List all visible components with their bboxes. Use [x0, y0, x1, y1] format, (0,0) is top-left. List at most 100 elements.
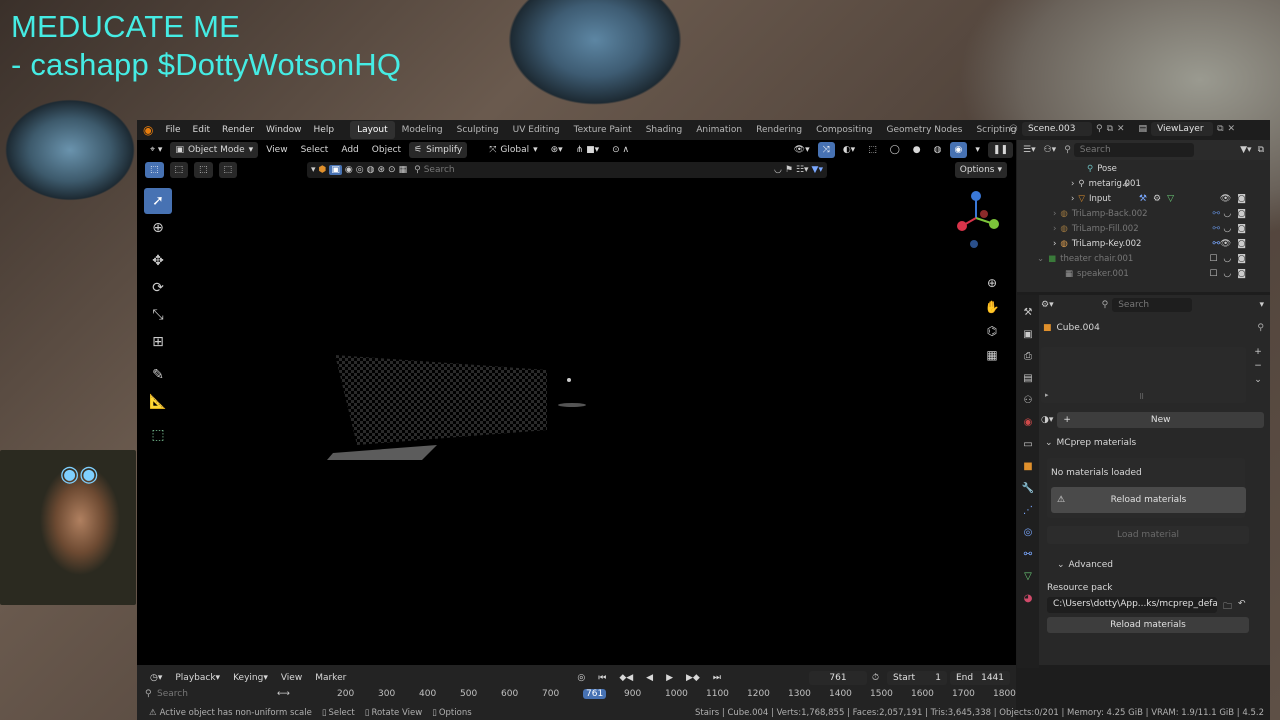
new-view-layer-icon[interactable]: ⧉: [1217, 124, 1223, 134]
visibility-toggle-icon[interactable]: ◡: [774, 165, 782, 175]
tab-uv-editing[interactable]: UV Editing: [506, 121, 567, 139]
3d-viewport[interactable]: ⌖ ▾ ▣ Object Mode ▾ View Select Add Obje…: [137, 140, 1016, 665]
pin-icon[interactable]: ⚲: [1096, 124, 1103, 134]
menu-playback[interactable]: Playback ▾: [170, 670, 225, 686]
timeline-ruler[interactable]: ⚲ Search ⟷ 200 300 400 500 600 700 761 900 1000 1…: [137, 689, 1016, 703]
zoom-icon[interactable]: ⊕: [984, 276, 1000, 292]
chevron-down-icon[interactable]: ⌄: [1057, 560, 1065, 570]
view-layer-icon[interactable]: ▤: [1139, 124, 1148, 134]
reload-materials-button-2[interactable]: Reload materials: [1047, 617, 1249, 633]
advanced-label[interactable]: Advanced: [1069, 560, 1113, 570]
expand-arrow-icon[interactable]: ▸: [1045, 391, 1049, 399]
pivot-icon[interactable]: ⊛▾: [546, 142, 568, 158]
orientation-dropdown[interactable]: ⤧ Global ▾: [484, 142, 542, 158]
checkbox-icon[interactable]: ☐: [1209, 269, 1217, 279]
color-wheel-icon[interactable]: ⬢: [319, 165, 327, 175]
menu-view[interactable]: View: [276, 670, 307, 686]
filter-icon[interactable]: ▼▾: [812, 165, 823, 175]
scene-icon[interactable]: ⚇: [1009, 124, 1018, 135]
menu-help[interactable]: Help: [308, 125, 341, 135]
outliner-search-input[interactable]: Search: [1073, 143, 1194, 157]
outliner-editor-icon[interactable]: ☰▾: [1023, 145, 1036, 155]
filter-texture-icon[interactable]: ⊛: [377, 165, 385, 175]
modifier-tab-icon[interactable]: 🔧: [1017, 477, 1039, 499]
editor-type-icon[interactable]: ⌖ ▾: [145, 142, 167, 158]
move-tool-icon[interactable]: ✥: [144, 248, 172, 274]
pan-hand-icon[interactable]: ✋: [984, 300, 1000, 316]
menu-view[interactable]: View: [261, 142, 292, 158]
transform-tool-icon[interactable]: ⊞: [144, 329, 172, 355]
add-cube-tool-icon[interactable]: ⬚: [144, 422, 172, 448]
expand-icon[interactable]: ⟷: [277, 689, 290, 699]
material-slot-list[interactable]: ▸ ⠿: [1041, 347, 1246, 403]
pin-icon[interactable]: ⚲: [1257, 323, 1264, 333]
menu-marker[interactable]: Marker: [310, 670, 351, 686]
camera-icon[interactable]: ◙: [1237, 254, 1246, 264]
next-keyframe-icon[interactable]: ▶◆: [681, 670, 705, 686]
add-slot-icon[interactable]: +: [1254, 347, 1262, 357]
filter-world-icon[interactable]: ◍: [367, 165, 375, 175]
chevron-down-icon[interactable]: ⌄: [1254, 375, 1262, 385]
record-icon[interactable]: ◎: [572, 670, 590, 686]
select-intersect-icon[interactable]: ⬚: [218, 162, 238, 178]
outliner-row[interactable]: › ⚲ metarig.001 ⚶: [1017, 176, 1270, 191]
scene-tab-icon[interactable]: ⚇: [1017, 389, 1039, 411]
tab-layout[interactable]: Layout: [350, 121, 395, 139]
eye-closed-icon[interactable]: ◡: [1223, 209, 1231, 219]
chevron-down-icon[interactable]: ▾: [1259, 300, 1264, 310]
menu-file[interactable]: File: [159, 125, 186, 135]
expand-arrow-icon[interactable]: ›: [1071, 194, 1074, 204]
jump-start-icon[interactable]: ⏮: [593, 670, 611, 686]
timeline-search-input[interactable]: Search: [157, 689, 188, 699]
eye-closed-icon[interactable]: ◡: [1223, 224, 1231, 234]
rotate-tool-icon[interactable]: ⟳: [144, 275, 172, 301]
filter-mesh-icon[interactable]: ◉: [345, 165, 353, 175]
menu-select[interactable]: Select: [296, 142, 334, 158]
physics-tab-icon[interactable]: ◎: [1017, 521, 1039, 543]
blender-logo-icon[interactable]: ◉: [143, 123, 159, 137]
play-reverse-icon[interactable]: ◀: [641, 670, 658, 686]
outliner-row[interactable]: ⌄ ■ theater chair.001 ☐ ◡ ◙: [1017, 251, 1270, 266]
overlay-toggle-icon[interactable]: ◐▾: [838, 142, 860, 158]
tab-texture-paint[interactable]: Texture Paint: [567, 121, 639, 139]
select-extend-icon[interactable]: ⬚: [169, 162, 189, 178]
menu-edit[interactable]: Edit: [187, 125, 216, 135]
camera-icon[interactable]: ◙: [1237, 194, 1246, 204]
collection-tab-icon[interactable]: ▭: [1017, 433, 1039, 455]
folder-icon[interactable]: 🗀: [1223, 599, 1232, 615]
tab-modeling[interactable]: Modeling: [395, 121, 450, 139]
asset-search-input[interactable]: Search: [424, 165, 771, 175]
filter-collapse-icon[interactable]: ▾: [311, 165, 316, 175]
camera-view-icon[interactable]: ⌬: [984, 324, 1000, 340]
new-scene-icon[interactable]: ⧉: [1107, 124, 1113, 134]
load-material-button[interactable]: Load material: [1047, 526, 1249, 544]
shading-dropdown-icon[interactable]: ▾: [970, 142, 985, 158]
snap-icon[interactable]: ⋔ ■▾: [571, 142, 604, 158]
display-mode-icon[interactable]: ⚇▾: [1044, 145, 1057, 155]
shading-material-icon[interactable]: ◍: [929, 142, 947, 158]
select-tool-icon[interactable]: ➚: [144, 188, 172, 214]
outliner-row[interactable]: ⚲ Pose: [1017, 161, 1270, 176]
pause-render-icon[interactable]: ❚❚: [987, 142, 1013, 158]
menu-object[interactable]: Object: [367, 142, 406, 158]
output-tab-icon[interactable]: ⎙: [1017, 345, 1039, 367]
camera-icon[interactable]: ◙: [1237, 209, 1246, 219]
properties-search-input[interactable]: Search: [1112, 298, 1193, 312]
data-tab-icon[interactable]: ▽: [1017, 565, 1039, 587]
perspective-grid-icon[interactable]: ▦: [984, 348, 1000, 364]
view-layer-tab-icon[interactable]: ▤: [1017, 367, 1039, 389]
start-frame-field[interactable]: Start 1: [887, 671, 947, 685]
filter-image-icon[interactable]: ▦: [399, 165, 408, 175]
outliner-row[interactable]: › ◍ TriLamp-Back.002 ⚯ ◡ ◙: [1017, 206, 1270, 221]
measure-tool-icon[interactable]: 📐: [144, 389, 172, 415]
eye-closed-icon[interactable]: ◡: [1223, 269, 1231, 279]
current-frame-field[interactable]: 761: [808, 671, 867, 685]
object-tab-icon[interactable]: ■: [1017, 455, 1039, 477]
collapse-arrow-icon[interactable]: ⌄: [1037, 254, 1044, 264]
camera-icon[interactable]: ◙: [1237, 269, 1246, 279]
world-tab-icon[interactable]: ◉: [1017, 411, 1039, 433]
material-tab-icon[interactable]: ◕: [1017, 587, 1039, 609]
tab-geometry-nodes[interactable]: Geometry Nodes: [880, 121, 970, 139]
reset-icon[interactable]: ↶: [1238, 599, 1246, 609]
tab-shading[interactable]: Shading: [639, 121, 690, 139]
